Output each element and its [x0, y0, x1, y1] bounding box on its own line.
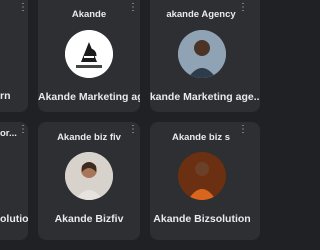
akande-logo-icon	[65, 30, 113, 78]
profile-name: Akande Bizsolution	[153, 213, 251, 225]
person-photo-icon	[178, 152, 226, 200]
profile-avatar	[65, 152, 113, 200]
profile-title: or...	[0, 128, 17, 139]
profile-tile[interactable]: Akande ⋮ Akande Marketing age...	[38, 0, 140, 112]
more-options-icon[interactable]: ⋮	[18, 125, 28, 135]
profile-name: Akande Marketing age...	[38, 91, 140, 103]
more-options-icon[interactable]: ⋮	[128, 3, 138, 13]
more-options-icon[interactable]: ⋮	[18, 3, 28, 13]
profile-title: Akande	[71, 9, 107, 20]
profile-name: olution	[0, 213, 28, 225]
profile-tile[interactable]: or... ⋮ olution	[0, 122, 28, 240]
more-options-icon[interactable]: ⋮	[128, 125, 138, 135]
profile-tile[interactable]: rn ⋮	[0, 0, 28, 112]
profile-avatar	[178, 30, 226, 78]
profile-name: akande Marketing age...	[150, 91, 260, 103]
profile-title: Akande biz fiv	[57, 132, 121, 143]
profile-name: Akande Bizfiv	[54, 213, 124, 225]
profile-name: rn	[0, 90, 11, 102]
more-options-icon[interactable]: ⋮	[238, 3, 248, 13]
person-photo-icon	[65, 152, 113, 200]
company-logo	[65, 30, 113, 78]
profile-tile[interactable]: Akande biz s ⋮ Akande Bizsolution	[150, 122, 260, 240]
person-photo-icon	[178, 30, 226, 78]
more-options-icon[interactable]: ⋮	[238, 125, 248, 135]
profile-tile[interactable]: Akande biz fiv ⋮ Akande Bizfiv	[38, 122, 140, 240]
profile-tile[interactable]: akande Agency ⋮ akande Marketing age...	[150, 0, 260, 112]
profile-avatar	[178, 152, 226, 200]
